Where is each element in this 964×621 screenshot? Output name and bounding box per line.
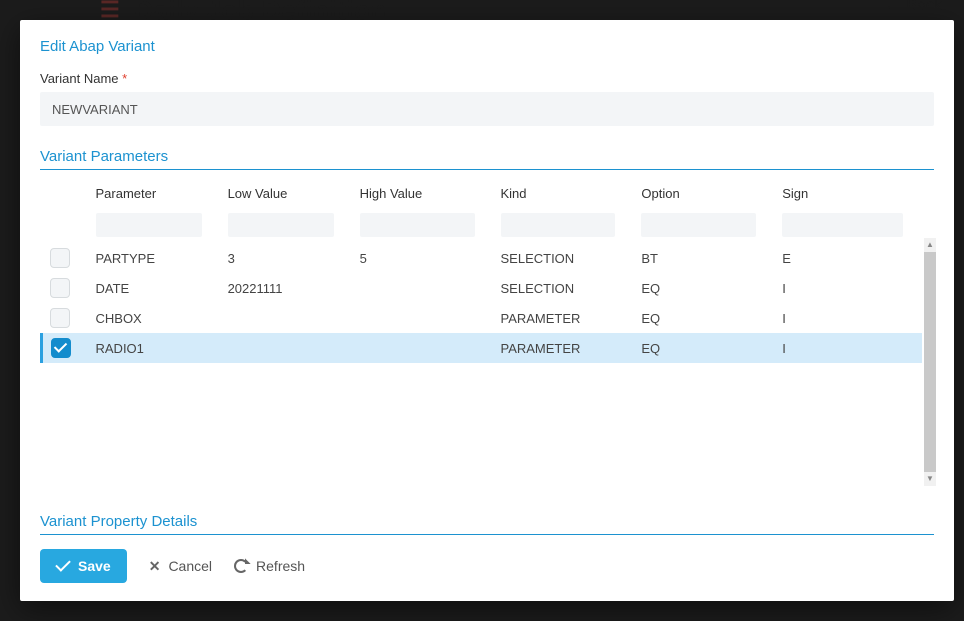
filter-sign[interactable] bbox=[782, 213, 903, 237]
check-icon bbox=[55, 556, 71, 572]
cell-sign: I bbox=[774, 273, 922, 303]
cell-high bbox=[352, 333, 493, 363]
refresh-button-label: Refresh bbox=[256, 558, 305, 574]
col-header-parameter[interactable]: Parameter bbox=[88, 180, 220, 207]
refresh-button[interactable]: Refresh bbox=[234, 558, 305, 574]
cell-sign: E bbox=[774, 243, 922, 273]
scroll-down-icon[interactable]: ▼ bbox=[926, 472, 934, 486]
filter-option[interactable] bbox=[641, 213, 756, 237]
col-header-low-value[interactable]: Low Value bbox=[220, 180, 352, 207]
cancel-button-label: Cancel bbox=[168, 558, 212, 574]
required-asterisk-icon: * bbox=[122, 71, 127, 86]
parameters-grid-wrap: Parameter Low Value High Value Kind Opti… bbox=[40, 180, 934, 363]
parameters-table: Parameter Low Value High Value Kind Opti… bbox=[40, 180, 922, 363]
cell-low: 3 bbox=[220, 243, 352, 273]
variant-name-input[interactable] bbox=[40, 92, 934, 126]
cell-option: EQ bbox=[633, 273, 774, 303]
cell-parameter: DATE bbox=[88, 273, 220, 303]
cell-low: 20221111 bbox=[220, 273, 352, 303]
close-icon: ✕ bbox=[149, 558, 161, 575]
table-row[interactable]: PARTYPE35SELECTIONBTE bbox=[42, 243, 923, 273]
filter-kind[interactable] bbox=[501, 213, 616, 237]
table-row[interactable]: RADIO1 PARAMETEREQI bbox=[42, 333, 923, 363]
table-row[interactable]: CHBOX PARAMETEREQI bbox=[42, 303, 923, 333]
cell-high bbox=[352, 273, 493, 303]
filter-parameter[interactable] bbox=[96, 213, 203, 237]
refresh-icon bbox=[234, 559, 248, 573]
variant-name-label-text: Variant Name bbox=[40, 71, 119, 86]
cell-kind: SELECTION bbox=[493, 243, 634, 273]
save-button[interactable]: Save bbox=[40, 549, 127, 583]
cell-option: EQ bbox=[633, 303, 774, 333]
cell-option: EQ bbox=[633, 333, 774, 363]
cell-low bbox=[220, 303, 352, 333]
scroll-thumb[interactable] bbox=[924, 252, 936, 472]
cell-kind: SELECTION bbox=[493, 273, 634, 303]
cell-parameter: CHBOX bbox=[88, 303, 220, 333]
cell-high: 5 bbox=[352, 243, 493, 273]
row-checkbox[interactable] bbox=[50, 308, 70, 328]
row-checkbox[interactable] bbox=[50, 248, 70, 268]
variant-parameters-heading: Variant Parameters bbox=[40, 148, 934, 170]
col-header-sign[interactable]: Sign bbox=[774, 180, 922, 207]
filter-high-value[interactable] bbox=[360, 213, 475, 237]
cell-option: BT bbox=[633, 243, 774, 273]
modal-footer: Save ✕ Cancel Refresh bbox=[20, 539, 954, 601]
modal-body-scroll[interactable]: Edit Abap Variant Variant Name * Variant… bbox=[20, 20, 954, 539]
cell-sign: I bbox=[774, 333, 922, 363]
cancel-button[interactable]: ✕ Cancel bbox=[149, 558, 212, 575]
table-header-row: Parameter Low Value High Value Kind Opti… bbox=[42, 180, 923, 207]
row-checkbox[interactable] bbox=[51, 338, 71, 358]
modal-title: Edit Abap Variant bbox=[40, 38, 934, 55]
edit-variant-modal: Edit Abap Variant Variant Name * Variant… bbox=[20, 20, 954, 601]
table-row[interactable]: DATE20221111 SELECTIONEQI bbox=[42, 273, 923, 303]
cell-kind: PARAMETER bbox=[493, 303, 634, 333]
scroll-up-icon[interactable]: ▲ bbox=[926, 238, 934, 252]
cell-high bbox=[352, 303, 493, 333]
col-header-kind[interactable]: Kind bbox=[493, 180, 634, 207]
filter-low-value[interactable] bbox=[228, 213, 335, 237]
grid-spacer bbox=[40, 363, 934, 513]
variant-property-details-heading: Variant Property Details bbox=[40, 513, 934, 535]
table-vertical-scrollbar[interactable]: ▲ ▼ bbox=[924, 238, 936, 486]
cell-parameter: RADIO1 bbox=[88, 333, 220, 363]
cell-kind: PARAMETER bbox=[493, 333, 634, 363]
col-header-option[interactable]: Option bbox=[633, 180, 774, 207]
cell-low bbox=[220, 333, 352, 363]
cell-sign: I bbox=[774, 303, 922, 333]
cell-parameter: PARTYPE bbox=[88, 243, 220, 273]
col-header-high-value[interactable]: High Value bbox=[352, 180, 493, 207]
variant-name-label: Variant Name * bbox=[40, 71, 934, 86]
table-filter-row bbox=[42, 207, 923, 243]
row-checkbox[interactable] bbox=[50, 278, 70, 298]
save-button-label: Save bbox=[78, 558, 111, 574]
